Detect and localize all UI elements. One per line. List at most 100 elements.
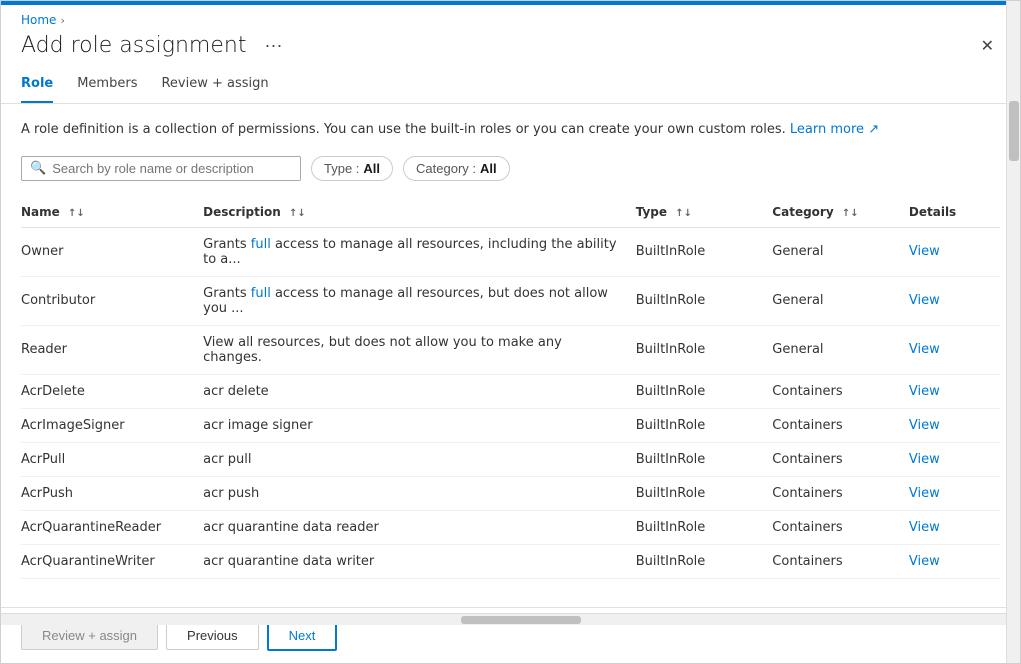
cell-category: General xyxy=(772,276,909,325)
cell-type: BuiltInRole xyxy=(636,276,773,325)
type-filter-label: Type : xyxy=(324,161,359,176)
name-sort-icon: ↑↓ xyxy=(68,208,85,219)
description-text: A role definition is a collection of per… xyxy=(21,120,1000,140)
cell-category: Containers xyxy=(772,544,909,578)
search-box[interactable]: 🔍 xyxy=(21,156,301,181)
view-link[interactable]: View xyxy=(909,486,940,501)
cell-name: AcrImageSigner xyxy=(21,408,203,442)
cell-category: Containers xyxy=(772,510,909,544)
col-header-type[interactable]: Type ↑↓ xyxy=(636,197,773,228)
cell-category: Containers xyxy=(772,374,909,408)
previous-button[interactable]: Previous xyxy=(166,621,259,650)
cell-description: View all resources, but does not allow y… xyxy=(203,325,636,374)
category-filter-button[interactable]: Category : All xyxy=(403,156,510,181)
learn-more-link[interactable]: Learn more ↗ xyxy=(790,122,879,137)
scrollbar-h-thumb[interactable] xyxy=(461,616,581,624)
cell-name: AcrQuarantineReader xyxy=(21,510,203,544)
home-link[interactable]: Home xyxy=(21,13,56,27)
cell-description: acr pull xyxy=(203,442,636,476)
cell-name: Owner xyxy=(21,227,203,276)
tab-role[interactable]: Role xyxy=(21,68,53,103)
page-title: Add role assignment xyxy=(21,33,246,58)
page-header: Add role assignment ··· ✕ xyxy=(1,31,1020,68)
view-link[interactable]: View xyxy=(909,452,940,467)
search-icon: 🔍 xyxy=(30,161,46,176)
table-row[interactable]: AcrImageSigneracr image signerBuiltInRol… xyxy=(21,408,1000,442)
view-link[interactable]: View xyxy=(909,293,940,308)
cell-details[interactable]: View xyxy=(909,374,1000,408)
cell-description: acr delete xyxy=(203,374,636,408)
search-input[interactable] xyxy=(52,161,292,176)
cell-name: AcrQuarantineWriter xyxy=(21,544,203,578)
table-row[interactable]: AcrDeleteacr deleteBuiltInRoleContainers… xyxy=(21,374,1000,408)
col-header-description[interactable]: Description ↑↓ xyxy=(203,197,636,228)
col-header-details: Details xyxy=(909,197,1000,228)
cell-description: acr push xyxy=(203,476,636,510)
vertical-scrollbar[interactable] xyxy=(1006,1,1020,663)
view-link[interactable]: View xyxy=(909,418,940,433)
cell-type: BuiltInRole xyxy=(636,325,773,374)
cell-category: Containers xyxy=(772,476,909,510)
cell-details[interactable]: View xyxy=(909,408,1000,442)
close-button[interactable]: ✕ xyxy=(975,34,1000,58)
cell-details[interactable]: View xyxy=(909,510,1000,544)
category-filter-label: Category : xyxy=(416,161,476,176)
view-link[interactable]: View xyxy=(909,342,940,357)
cell-details[interactable]: View xyxy=(909,442,1000,476)
tab-review-assign[interactable]: Review + assign xyxy=(161,68,268,103)
cell-details[interactable]: View xyxy=(909,544,1000,578)
ellipsis-button[interactable]: ··· xyxy=(258,33,288,58)
cell-description: Grants full access to manage all resourc… xyxy=(203,227,636,276)
cell-description: acr quarantine data reader xyxy=(203,510,636,544)
cell-type: BuiltInRole xyxy=(636,227,773,276)
table-row[interactable]: AcrQuarantineReaderacr quarantine data r… xyxy=(21,510,1000,544)
view-link[interactable]: View xyxy=(909,554,940,569)
cell-name: AcrDelete xyxy=(21,374,203,408)
tab-members[interactable]: Members xyxy=(77,68,137,103)
type-filter-value: All xyxy=(363,161,380,176)
cell-description: Grants full access to manage all resourc… xyxy=(203,276,636,325)
scrollbar-thumb[interactable] xyxy=(1009,101,1019,161)
cell-details[interactable]: View xyxy=(909,325,1000,374)
roles-table: Name ↑↓ Description ↑↓ Type ↑↓ Category … xyxy=(21,197,1000,579)
cell-details[interactable]: View xyxy=(909,227,1000,276)
cell-type: BuiltInRole xyxy=(636,442,773,476)
col-header-name[interactable]: Name ↑↓ xyxy=(21,197,203,228)
table-row[interactable]: OwnerGrants full access to manage all re… xyxy=(21,227,1000,276)
cell-type: BuiltInRole xyxy=(636,476,773,510)
cell-name: Reader xyxy=(21,325,203,374)
table-row[interactable]: ContributorGrants full access to manage … xyxy=(21,276,1000,325)
cell-name: AcrPull xyxy=(21,442,203,476)
col-header-category[interactable]: Category ↑↓ xyxy=(772,197,909,228)
tabs-container: Role Members Review + assign xyxy=(1,68,1020,104)
cell-type: BuiltInRole xyxy=(636,374,773,408)
main-content: A role definition is a collection of per… xyxy=(1,104,1020,607)
cell-name: AcrPush xyxy=(21,476,203,510)
view-link[interactable]: View xyxy=(909,384,940,399)
type-sort-icon: ↑↓ xyxy=(675,208,692,219)
table-row[interactable]: ReaderView all resources, but does not a… xyxy=(21,325,1000,374)
cell-category: General xyxy=(772,227,909,276)
table-row[interactable]: AcrPullacr pullBuiltInRoleContainersView xyxy=(21,442,1000,476)
view-link[interactable]: View xyxy=(909,244,940,259)
table-header-row: Name ↑↓ Description ↑↓ Type ↑↓ Category … xyxy=(21,197,1000,228)
cell-category: Containers xyxy=(772,408,909,442)
view-link[interactable]: View xyxy=(909,520,940,535)
review-assign-button[interactable]: Review + assign xyxy=(21,621,158,650)
cell-type: BuiltInRole xyxy=(636,510,773,544)
cell-category: General xyxy=(772,325,909,374)
horizontal-scrollbar[interactable] xyxy=(1,613,1006,625)
cell-category: Containers xyxy=(772,442,909,476)
table-row[interactable]: AcrQuarantineWriteracr quarantine data w… xyxy=(21,544,1000,578)
cell-description: acr quarantine data writer xyxy=(203,544,636,578)
type-filter-button[interactable]: Type : All xyxy=(311,156,393,181)
breadcrumb-chevron: › xyxy=(60,14,64,27)
cell-details[interactable]: View xyxy=(909,476,1000,510)
table-row[interactable]: AcrPushacr pushBuiltInRoleContainersView xyxy=(21,476,1000,510)
cell-name: Contributor xyxy=(21,276,203,325)
cell-details[interactable]: View xyxy=(909,276,1000,325)
desc-sort-icon: ↑↓ xyxy=(289,208,306,219)
category-sort-icon: ↑↓ xyxy=(842,208,859,219)
filter-row: 🔍 Type : All Category : All xyxy=(21,156,1000,181)
cell-description: acr image signer xyxy=(203,408,636,442)
